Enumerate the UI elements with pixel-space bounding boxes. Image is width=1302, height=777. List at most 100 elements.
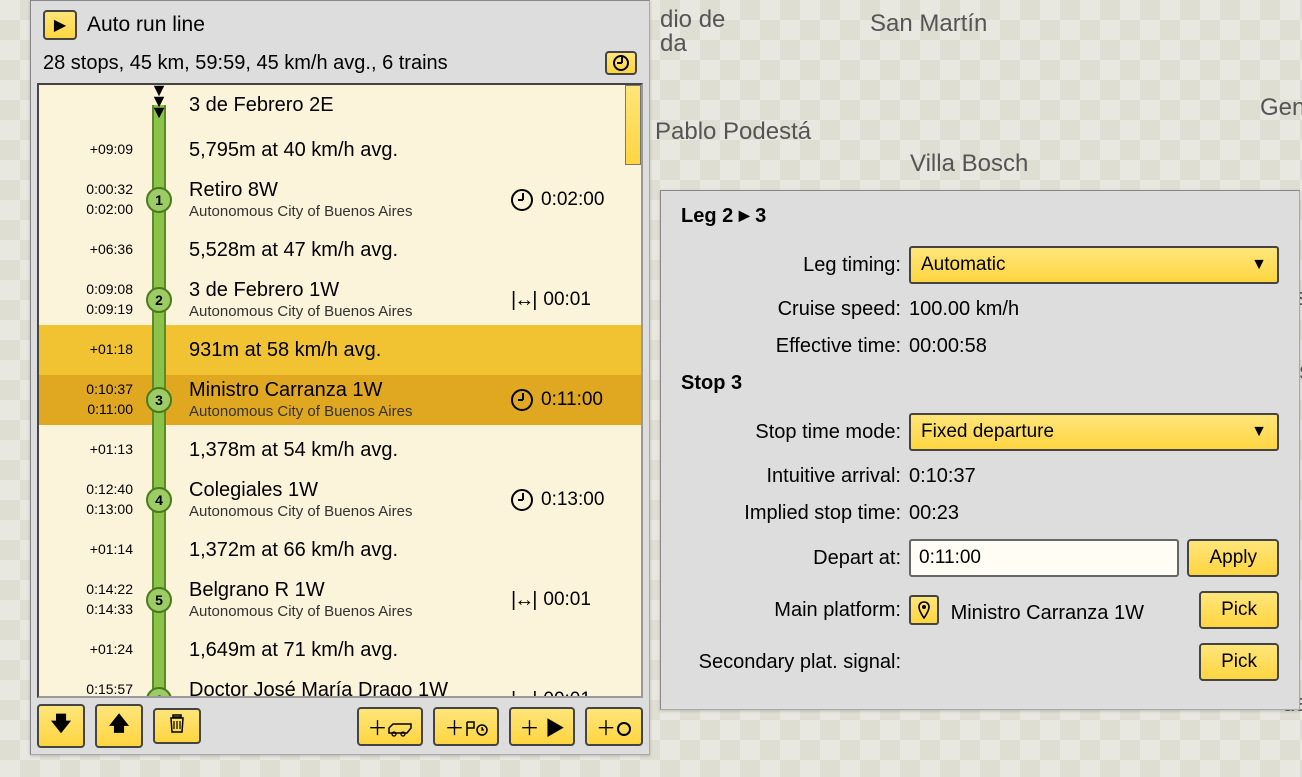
stop-name: 3 de Febrero 1W bbox=[189, 278, 511, 303]
plus-flag-clock-icon: ＋ bbox=[444, 712, 488, 741]
start-stop-name: 3 de Febrero 2E bbox=[189, 93, 511, 118]
pick-secondary-platform-button[interactable]: Pick bbox=[1199, 643, 1279, 681]
dwell-icon: |↔| bbox=[511, 689, 535, 697]
schedule-scroll[interactable]: ▼▼▼ 3 de Febrero 2E +09:095,795m at 40 k… bbox=[39, 85, 641, 696]
stop-time-arrive: 0:00:32 bbox=[39, 180, 133, 200]
stop-region: Autonomous City of Buenos Aires bbox=[189, 603, 511, 622]
stop-heading: Stop 3 bbox=[681, 372, 1279, 395]
leg-delta: +01:13 bbox=[39, 440, 133, 460]
stop-name: Colegiales 1W bbox=[189, 478, 511, 503]
stop-region: Autonomous City of Buenos Aires bbox=[189, 503, 511, 522]
map-place-label: San Martín bbox=[870, 10, 987, 38]
stop-region: Autonomous City of Buenos Aires bbox=[189, 203, 511, 222]
schedule-panel: ▶ Auto run line 28 stops, 45 km, 59:59, … bbox=[30, 0, 650, 755]
move-down-button[interactable]: 🡇 bbox=[37, 704, 85, 748]
panel-summary-row: 28 stops, 45 km, 59:59, 45 km/h avg., 6 … bbox=[37, 43, 643, 83]
pin-icon bbox=[909, 595, 939, 625]
leg-delta: +09:09 bbox=[39, 140, 133, 160]
add-stop-button[interactable]: ＋ bbox=[585, 707, 643, 746]
timing-mode-button[interactable] bbox=[605, 51, 637, 75]
pick-main-platform-button[interactable]: Pick bbox=[1199, 591, 1279, 629]
stop-dwell-value: 00:01 bbox=[543, 289, 591, 311]
leg-delta: +01:14 bbox=[39, 540, 133, 560]
leg-row[interactable]: +01:18931m at 58 km/h avg. bbox=[39, 325, 641, 375]
chevron-down-icon: ▼▼▼ bbox=[150, 85, 168, 117]
depart-at-input[interactable] bbox=[909, 539, 1179, 577]
secondary-platform-label: Secondary plat. signal: bbox=[681, 651, 901, 674]
schedule-list: ▼▼▼ 3 de Febrero 2E +09:095,795m at 40 k… bbox=[37, 83, 643, 698]
plus-circle-icon: ＋ bbox=[596, 712, 632, 741]
details-panel: Leg 2 ▶ 3 Leg timing: Automatic ▼ Cruise… bbox=[660, 190, 1300, 710]
stop-time-arrive: 0:10:37 bbox=[39, 380, 133, 400]
leg-row[interactable]: +06:365,528m at 47 km/h avg. bbox=[39, 225, 641, 275]
stop-node: 4 bbox=[146, 487, 172, 513]
stop-row[interactable]: 0:14:220:14:335Belgrano R 1WAutonomous C… bbox=[39, 575, 641, 625]
main-platform-value: Ministro Carranza 1W bbox=[909, 595, 1191, 625]
delete-button[interactable] bbox=[153, 708, 201, 744]
start-stop-row[interactable]: ▼▼▼ 3 de Febrero 2E bbox=[39, 85, 641, 125]
play-icon: ▶ bbox=[739, 207, 750, 223]
leg-heading: Leg 2 ▶ 3 bbox=[681, 205, 1279, 228]
leg-timing-select[interactable]: Automatic ▼ bbox=[909, 246, 1279, 284]
add-train-button[interactable]: ＋ bbox=[357, 707, 423, 746]
stop-node: 5 bbox=[146, 587, 172, 613]
apply-button[interactable]: Apply bbox=[1187, 539, 1279, 577]
effective-time-label: Effective time: bbox=[681, 335, 901, 358]
leg-row[interactable]: +01:13 1,378m at 54 km/h avg. bbox=[39, 425, 641, 475]
chevron-down-icon: ▼ bbox=[1251, 423, 1267, 441]
stop-node: 6 bbox=[146, 687, 172, 696]
stop-row[interactable]: 0:00:320:02:001Retiro 8WAutonomous City … bbox=[39, 175, 641, 225]
implied-stop-time-value: 00:23 bbox=[909, 502, 1271, 525]
stop-dwell-value: 00:01 bbox=[543, 689, 591, 696]
leg-row[interactable]: +01:24 1,649m at 71 km/h avg. bbox=[39, 625, 641, 675]
stop-node: 1 bbox=[146, 187, 172, 213]
leg-segment: 1,649m at 71 km/h avg. bbox=[189, 638, 511, 663]
stop-region: Autonomous City of Buenos Aires bbox=[189, 403, 511, 422]
stop-name: Belgrano R 1W bbox=[189, 578, 511, 603]
add-timing-button[interactable]: ＋ bbox=[433, 707, 499, 746]
stop-name: Ministro Carranza 1W bbox=[189, 378, 511, 403]
trash-icon bbox=[168, 713, 186, 739]
leg-row[interactable]: +01:141,372m at 66 km/h avg. bbox=[39, 525, 641, 575]
stop-time-arrive: 0:14:22 bbox=[39, 580, 133, 600]
scrollbar-thumb[interactable] bbox=[625, 85, 641, 165]
stop-node: 3 bbox=[146, 387, 172, 413]
stop-time-mode-select[interactable]: Fixed departure ▼ bbox=[909, 413, 1279, 451]
line-summary: 28 stops, 45 km, 59:59, 45 km/h avg., 6 … bbox=[43, 52, 448, 75]
stop-clock-value: 0:13:00 bbox=[541, 489, 604, 511]
cruise-speed-label: Cruise speed: bbox=[681, 298, 901, 321]
clock-icon bbox=[511, 489, 533, 511]
plus-train-icon: ＋ bbox=[367, 712, 413, 741]
stop-region: Autonomous City of Buenos Aires bbox=[189, 303, 511, 322]
implied-stop-time-label: Implied stop time: bbox=[681, 502, 901, 525]
auto-run-play-button[interactable]: ▶ bbox=[43, 10, 77, 40]
stop-node: 2 bbox=[146, 287, 172, 313]
stop-time-depart: 0:09:19 bbox=[39, 300, 133, 320]
stop-time-arrive: 0:09:08 bbox=[39, 280, 133, 300]
stop-time-arrive: 0:12:40 bbox=[39, 480, 133, 500]
stop-time-depart: 0:02:00 bbox=[39, 200, 133, 220]
map-place-label: Pablo Podestá bbox=[655, 118, 811, 146]
stop-row[interactable]: 0:09:080:09:19 2 3 de Febrero 1WAutonomous… bbox=[39, 275, 641, 325]
stop-row[interactable]: 0:10:370:11:00 3 Ministro Carranza 1WAuton… bbox=[39, 375, 641, 425]
leg-timing-value: Automatic bbox=[921, 254, 1005, 276]
panel-header: ▶ Auto run line bbox=[37, 7, 643, 43]
add-waypoint-button[interactable]: ＋ ▶ bbox=[509, 707, 575, 746]
dwell-icon: |↔| bbox=[511, 589, 535, 612]
main-platform-label: Main platform: bbox=[681, 599, 901, 622]
chevron-down-icon: ▼ bbox=[1251, 256, 1267, 274]
leg-timing-label: Leg timing: bbox=[681, 254, 901, 277]
clock-icon bbox=[511, 189, 533, 211]
plus-play-icon: ＋ ▶ bbox=[519, 712, 565, 741]
stop-row[interactable]: 0:12:40 0:13:00 4 Colegiales 1WAutonomous C… bbox=[39, 475, 641, 525]
arrow-up-icon: 🡅 bbox=[109, 709, 130, 743]
stop-row[interactable]: 0:15:570:16:086Doctor José María Drago 1… bbox=[39, 675, 641, 696]
move-up-button[interactable]: 🡅 bbox=[95, 704, 143, 748]
leg-segment: 1,378m at 54 km/h avg. bbox=[189, 438, 511, 463]
effective-time-value: 00:00:58 bbox=[909, 335, 1271, 358]
stop-time-depart: 0:11:00 bbox=[39, 400, 133, 420]
play-icon: ▶ bbox=[54, 15, 66, 35]
stop-name: Doctor José María Drago 1W bbox=[189, 678, 511, 696]
leg-delta: +01:24 bbox=[39, 640, 133, 660]
leg-row[interactable]: +09:095,795m at 40 km/h avg. bbox=[39, 125, 641, 175]
